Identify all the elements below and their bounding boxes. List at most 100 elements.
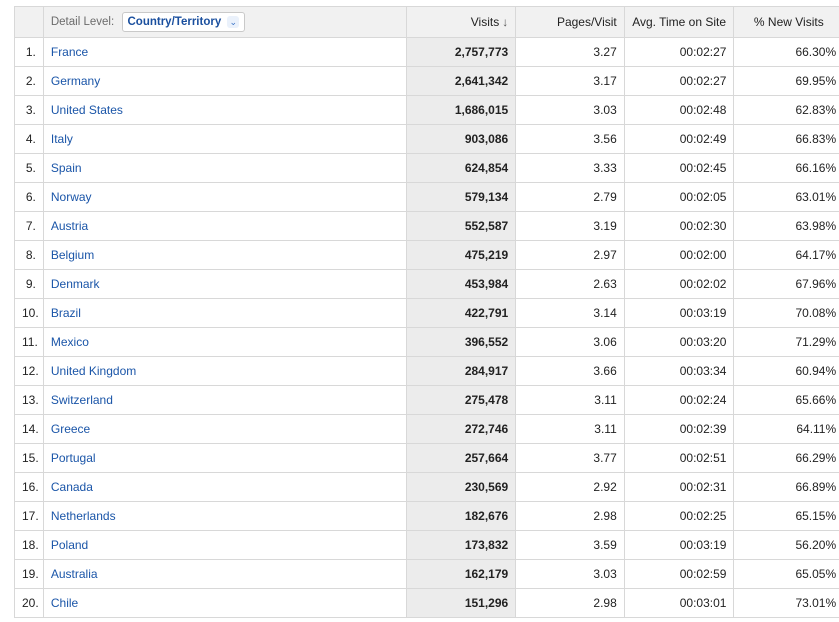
country-link[interactable]: France — [51, 45, 88, 59]
country-link[interactable]: Austria — [51, 219, 88, 233]
row-rank: 13. — [14, 385, 44, 415]
visits-cell: 162,179 — [405, 559, 517, 589]
row-rank: 10. — [14, 298, 44, 328]
country-link[interactable]: Denmark — [51, 277, 100, 291]
country-link[interactable]: United States — [51, 103, 123, 117]
table-row: 7. Austria 552,587 3.19 00:02:30 63.98% — [14, 211, 839, 241]
country-link[interactable]: Mexico — [51, 335, 89, 349]
table-row: 20. Chile 151,296 2.98 00:03:01 73.01% — [14, 588, 839, 618]
visits-cell: 475,219 — [405, 240, 517, 270]
row-rank: 11. — [14, 327, 44, 357]
pages-per-visit-header-label: Pages/Visit — [556, 15, 617, 29]
visits-cell: 422,791 — [405, 298, 517, 328]
country-link[interactable]: Greece — [51, 422, 90, 436]
new-visits-cell: 66.83% — [733, 124, 839, 154]
table-row: 19. Australia 162,179 3.03 00:02:59 65.05% — [14, 559, 839, 589]
visits-cell: 396,552 — [405, 327, 517, 357]
dimension-selector[interactable]: Country/Territory ⌄ — [121, 12, 246, 32]
country-link[interactable]: Germany — [51, 74, 100, 88]
country-link[interactable]: Switzerland — [51, 393, 113, 407]
table-row: 2. Germany 2,641,342 3.17 00:02:27 69.95% — [14, 66, 839, 96]
table-row: 18. Poland 173,832 3.59 00:03:19 56.20% — [14, 530, 839, 560]
new-visits-cell: 56.20% — [733, 530, 839, 560]
country-link[interactable]: Belgium — [51, 248, 94, 262]
country-cell: Germany — [42, 66, 407, 96]
visits-cell: 1,686,015 — [405, 95, 517, 125]
avg-time-column-header[interactable]: Avg. Time on Site — [623, 6, 735, 38]
country-link[interactable]: Poland — [51, 538, 88, 552]
dimension-header: Detail Level: Country/Territory ⌄ — [42, 6, 407, 38]
new-visits-cell: 65.15% — [733, 501, 839, 531]
country-link[interactable]: Australia — [51, 567, 98, 581]
avg-time-cell: 00:02:02 — [623, 269, 735, 299]
country-cell: Norway — [42, 182, 407, 212]
pages-per-visit-cell: 2.92 — [515, 472, 625, 502]
pages-per-visit-cell: 3.59 — [515, 530, 625, 560]
avg-time-cell: 00:02:45 — [623, 153, 735, 183]
visits-cell: 272,746 — [405, 414, 517, 444]
avg-time-cell: 00:02:59 — [623, 559, 735, 589]
country-cell: Portugal — [42, 443, 407, 473]
country-link[interactable]: Brazil — [51, 306, 81, 320]
country-cell: Greece — [42, 414, 407, 444]
pages-per-visit-cell: 3.03 — [515, 95, 625, 125]
pages-per-visit-cell: 3.11 — [515, 414, 625, 444]
row-rank: 2. — [14, 66, 44, 96]
country-link[interactable]: Portugal — [51, 451, 96, 465]
avg-time-cell: 00:03:19 — [623, 530, 735, 560]
country-cell: Spain — [42, 153, 407, 183]
table-row: 8. Belgium 475,219 2.97 00:02:00 64.17% — [14, 240, 839, 270]
country-cell: Mexico — [42, 327, 407, 357]
avg-time-cell: 00:02:00 — [623, 240, 735, 270]
avg-time-cell: 00:03:20 — [623, 327, 735, 357]
country-link[interactable]: Italy — [51, 132, 73, 146]
avg-time-header-label: Avg. Time on Site — [632, 15, 727, 29]
new-visits-cell: 70.08% — [733, 298, 839, 328]
table-row: 4. Italy 903,086 3.56 00:02:49 66.83% — [14, 124, 839, 154]
country-cell: United States — [42, 95, 407, 125]
avg-time-cell: 00:03:34 — [623, 356, 735, 386]
pages-per-visit-cell: 3.03 — [515, 559, 625, 589]
visits-cell: 552,587 — [405, 211, 517, 241]
pages-per-visit-column-header[interactable]: Pages/Visit — [515, 6, 625, 38]
country-link[interactable]: Spain — [51, 161, 82, 175]
country-link[interactable]: Netherlands — [51, 509, 116, 523]
country-link[interactable]: Canada — [51, 480, 93, 494]
table-body: 1. France 2,757,773 3.27 00:02:27 66.30% 2. Ger… — [14, 37, 839, 618]
row-rank: 7. — [14, 211, 44, 241]
row-rank: 1. — [14, 37, 44, 67]
pages-per-visit-cell: 3.11 — [515, 385, 625, 415]
table-row: 15. Portugal 257,664 3.77 00:02:51 66.29% — [14, 443, 839, 473]
visits-column-header[interactable]: Visits ↓ — [405, 6, 517, 38]
row-rank: 9. — [14, 269, 44, 299]
new-visits-column-header[interactable]: % New Visits — [733, 6, 839, 38]
pages-per-visit-cell: 2.79 — [515, 182, 625, 212]
avg-time-cell: 00:03:19 — [623, 298, 735, 328]
pages-per-visit-cell: 3.56 — [515, 124, 625, 154]
pages-per-visit-cell: 3.17 — [515, 66, 625, 96]
table-row: 3. United States 1,686,015 3.03 00:02:48 62.8… — [14, 95, 839, 125]
table-row: 13. Switzerland 275,478 3.11 00:02:24 65.66% — [14, 385, 839, 415]
country-link[interactable]: Norway — [51, 190, 92, 204]
pages-per-visit-cell: 2.97 — [515, 240, 625, 270]
avg-time-cell: 00:02:48 — [623, 95, 735, 125]
chevron-down-icon: ⌄ — [227, 16, 240, 28]
new-visits-header-label: % New Visits — [753, 15, 824, 29]
table-row: 10. Brazil 422,791 3.14 00:03:19 70.08% — [14, 298, 839, 328]
new-visits-cell: 66.89% — [733, 472, 839, 502]
table-row: 1. France 2,757,773 3.27 00:02:27 66.30% — [14, 37, 839, 67]
country-link[interactable]: Chile — [51, 596, 78, 610]
table-row: 11. Mexico 396,552 3.06 00:03:20 71.29% — [14, 327, 839, 357]
table-row: 6. Norway 579,134 2.79 00:02:05 63.01% — [14, 182, 839, 212]
country-link[interactable]: United Kingdom — [51, 364, 136, 378]
avg-time-cell: 00:02:31 — [623, 472, 735, 502]
new-visits-cell: 66.30% — [733, 37, 839, 67]
pages-per-visit-cell: 2.98 — [515, 501, 625, 531]
new-visits-cell: 66.16% — [733, 153, 839, 183]
new-visits-cell: 65.66% — [733, 385, 839, 415]
visits-cell: 284,917 — [405, 356, 517, 386]
row-rank: 15. — [14, 443, 44, 473]
country-cell: Brazil — [42, 298, 407, 328]
avg-time-cell: 00:02:39 — [623, 414, 735, 444]
visits-cell: 151,296 — [405, 588, 517, 618]
